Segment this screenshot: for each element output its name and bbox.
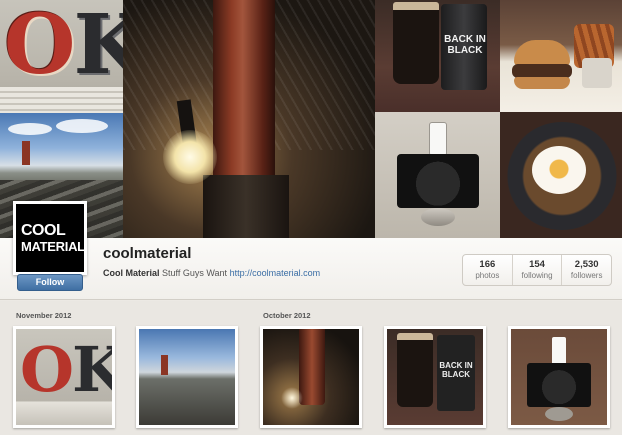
stat-photos-count: 166 xyxy=(479,259,496,270)
bun-top-shape xyxy=(514,40,570,66)
speaker-shape xyxy=(397,154,479,208)
avatar-logo-line1: COOL xyxy=(21,221,66,239)
collage-photo-bibimbap[interactable] xyxy=(500,112,622,238)
collage-photo-beer-tap[interactable] xyxy=(123,0,375,238)
profile-username: coolmaterial xyxy=(103,245,192,262)
ok-sign-letter-k: K xyxy=(73,0,123,93)
month-heading-october: October 2012 xyxy=(263,311,311,320)
photo-speaker xyxy=(511,329,607,425)
photo-beer: BACK IN BLACK xyxy=(387,329,483,425)
lighthouse-shape xyxy=(22,141,30,165)
collage-photo-beer[interactable]: BACK IN BLACK xyxy=(375,0,500,112)
photo-beach xyxy=(139,329,235,425)
egg-shape xyxy=(532,146,586,194)
collage-photo-ok-sign[interactable]: OK xyxy=(0,0,123,113)
cloud-shape xyxy=(8,123,52,135)
profile-bio: Cool Material Stuff Guys Want http://coo… xyxy=(103,268,320,278)
stat-followers-count: 2,530 xyxy=(574,259,599,270)
ok-sign-letter-o: O xyxy=(20,333,74,406)
profile-photo-collage: OK BACK IN BLACK xyxy=(0,0,622,238)
photo-beer-tap xyxy=(263,329,359,425)
beer-can-label: BACK IN BLACK xyxy=(444,34,486,56)
timeline-photo-beer-tap[interactable] xyxy=(260,326,362,428)
stat-photos[interactable]: 166 photos xyxy=(463,255,513,285)
timeline-photo-beach[interactable] xyxy=(136,326,238,428)
profile-stats: 166 photos 154 following 2,530 followers xyxy=(462,254,612,286)
photo-timeline: November 2012 October 2012 OK BACK IN BL… xyxy=(0,301,622,435)
collage-photo-burger[interactable] xyxy=(500,0,622,112)
beer-glass-shape xyxy=(393,2,439,84)
phone-shape xyxy=(429,122,447,156)
speaker-stand-shape xyxy=(421,208,455,226)
bio-website-link[interactable]: http://coolmaterial.com xyxy=(230,268,321,278)
bio-text: Stuff Guys Want xyxy=(162,268,228,278)
avatar[interactable]: COOL MATERIAL xyxy=(13,201,87,275)
ok-sign-letters: OK xyxy=(4,3,123,87)
tap-base-shape xyxy=(203,175,289,238)
cloud-shape xyxy=(56,119,108,133)
ok-sign-letters: OK xyxy=(20,337,112,403)
beer-can-label: BACK IN BLACK xyxy=(439,361,473,379)
tap-pole-shape xyxy=(213,0,275,190)
shelf-decoration xyxy=(0,87,123,113)
beer-glass-shape xyxy=(397,333,433,407)
ok-sign-letter-k: K xyxy=(72,333,112,406)
timeline-photo-ok-sign[interactable]: OK xyxy=(13,326,115,428)
speaker-stand-shape xyxy=(545,407,573,421)
phone-shape xyxy=(552,337,566,365)
timeline-photo-speaker[interactable] xyxy=(508,326,610,428)
follow-button[interactable]: Follow xyxy=(17,274,83,291)
light-glow xyxy=(163,130,217,184)
timeline-photo-beer[interactable]: BACK IN BLACK xyxy=(384,326,486,428)
stat-following-count: 154 xyxy=(529,259,545,270)
stat-followers-label: followers xyxy=(570,271,603,280)
bio-name: Cool Material xyxy=(103,268,160,278)
month-heading-november: November 2012 xyxy=(16,311,72,320)
bun-bottom-shape xyxy=(514,77,570,89)
ok-sign-letter-o: O xyxy=(4,0,75,93)
collage-photo-speaker[interactable] xyxy=(375,112,500,238)
sauce-cup-shape xyxy=(582,58,612,88)
stat-following-label: following xyxy=(521,271,553,280)
stat-followers[interactable]: 2,530 followers xyxy=(562,255,611,285)
photo-ok-sign: OK xyxy=(16,329,112,425)
patty-shape xyxy=(512,64,572,78)
avatar-logo-line2: MATERIAL xyxy=(21,238,85,254)
speaker-shape xyxy=(527,363,591,407)
avatar-logo: COOL MATERIAL xyxy=(16,204,85,272)
stat-photos-label: photos xyxy=(475,271,500,280)
stat-following[interactable]: 154 following xyxy=(513,255,563,285)
